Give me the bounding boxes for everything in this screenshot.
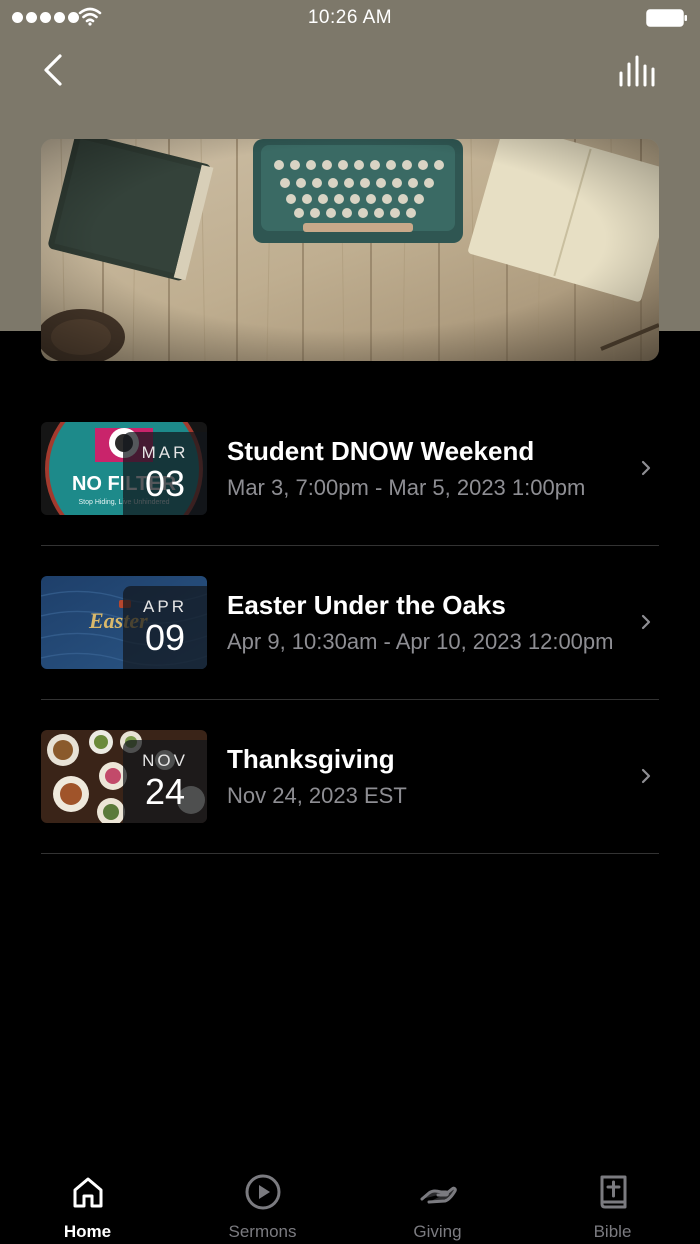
event-title: Student DNOW Weekend	[227, 436, 535, 466]
event-datetime: Apr 9, 10:30am - Apr 10, 2023 12:00pm	[227, 629, 614, 654]
chevron-right-icon	[641, 460, 651, 476]
tab-giving[interactable]: Giving	[350, 1160, 525, 1244]
tab-label: Bible	[593, 1222, 632, 1241]
chevron-right-icon	[641, 614, 651, 630]
event-thumbnail: NOV 24	[41, 730, 207, 823]
event-datetime: Nov 24, 2023 EST	[227, 783, 407, 808]
tab-home[interactable]: Home	[0, 1160, 175, 1244]
event-title: Easter Under the Oaks	[227, 590, 506, 620]
event-thumbnail: Easter APR 09	[41, 576, 207, 669]
event-list: NO FILTER Stop Hiding, Live Unhindered M…	[41, 392, 659, 854]
tab-bible[interactable]: Bible	[525, 1160, 700, 1244]
home-icon	[73, 1177, 103, 1208]
event-row[interactable]: Easter APR 09 Easter Under the Oaks Apr …	[41, 546, 659, 700]
back-button[interactable]	[36, 48, 76, 92]
bible-icon	[600, 1175, 627, 1209]
audio-button[interactable]	[618, 54, 660, 88]
hero-photo	[41, 139, 659, 361]
hero-image	[41, 139, 659, 361]
event-thumbnail: NO FILTER Stop Hiding, Live Unhindered M…	[41, 422, 207, 515]
date-badge: APR 09	[123, 586, 207, 669]
event-row[interactable]: NO FILTER Stop Hiding, Live Unhindered M…	[41, 392, 659, 546]
chevron-right-icon	[641, 768, 651, 784]
event-month: APR	[143, 597, 187, 616]
event-day: 09	[144, 617, 186, 658]
event-day: 24	[144, 771, 186, 812]
event-row[interactable]: NOV 24 Thanksgiving Nov 24, 2023 EST	[41, 700, 659, 854]
event-datetime: Mar 3, 7:00pm - Mar 5, 2023 1:00pm	[227, 475, 586, 500]
event-month: MAR	[141, 443, 189, 462]
status-bar: 10:26 AM	[0, 0, 700, 36]
battery-icon	[646, 9, 687, 27]
status-time: 10:26 AM	[307, 7, 393, 28]
tab-label: Giving	[413, 1222, 462, 1241]
chevron-left-icon	[44, 54, 62, 86]
giving-hand-icon	[420, 1186, 457, 1204]
play-circle-icon	[245, 1174, 281, 1210]
tab-label: Sermons	[228, 1222, 297, 1241]
event-month: NOV	[142, 751, 188, 770]
event-day: 03	[144, 463, 186, 504]
tab-label: Home	[63, 1222, 112, 1241]
audio-bars-icon	[619, 55, 655, 87]
tab-bar: Home Sermons Giving Bible	[0, 1160, 700, 1244]
tab-sermons[interactable]: Sermons	[175, 1160, 350, 1244]
date-badge: NOV 24	[123, 740, 207, 823]
event-title: Thanksgiving	[227, 744, 395, 774]
date-badge: MAR 03	[123, 432, 207, 515]
